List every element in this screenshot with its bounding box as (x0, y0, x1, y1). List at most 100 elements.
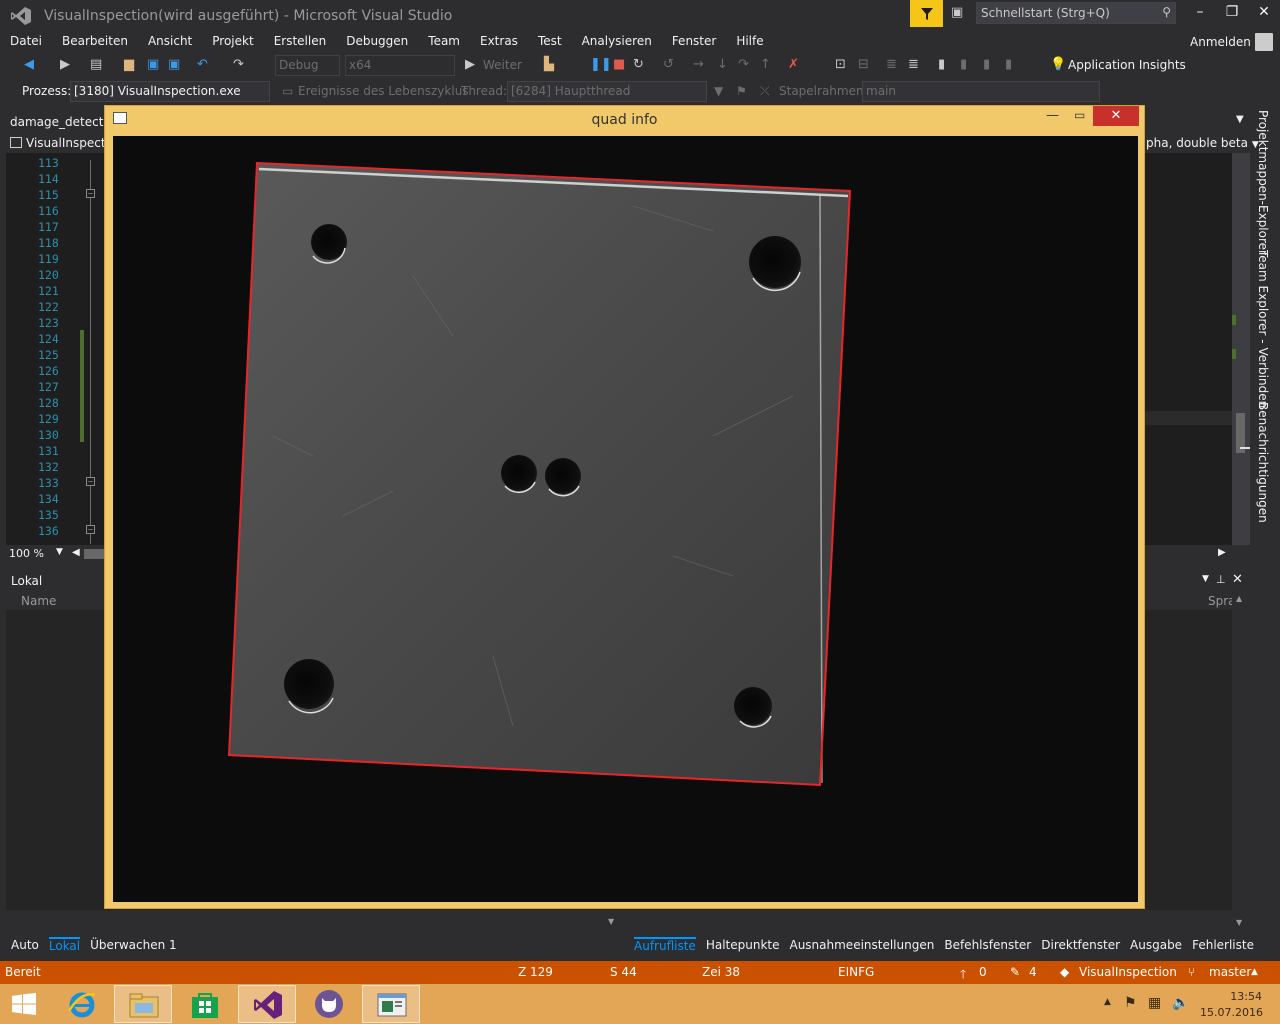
tab-immediate-window[interactable]: Direktfenster (1041, 938, 1120, 952)
panel-dropdown-icon[interactable]: ▼ (1202, 574, 1209, 584)
quad-minimize-button[interactable]: — (1046, 108, 1059, 123)
pause-icon[interactable]: ❚❚ (590, 57, 612, 72)
menu-window[interactable]: Fenster (672, 34, 717, 48)
taskbar-store[interactable] (176, 985, 234, 1023)
attach-icon[interactable]: ▙ (544, 57, 554, 72)
menu-edit[interactable]: Bearbeiten (62, 34, 128, 48)
feedback-filter-button[interactable] (910, 0, 943, 27)
menu-project[interactable]: Projekt (212, 34, 253, 48)
close-panel-icon[interactable]: ✕ (1232, 572, 1243, 587)
pin-icon[interactable]: ⊥ (1216, 573, 1226, 586)
bookmark-tool-2-icon[interactable]: ⊟ (858, 57, 869, 72)
tab-error-list[interactable]: Fehlerliste (1192, 938, 1254, 952)
zoom-level[interactable]: 100 % (9, 547, 44, 560)
step-over-icon[interactable]: ↷ (738, 57, 749, 72)
quad-info-titlebar[interactable]: quad info — ▭ ✕ (105, 106, 1144, 134)
taskbar-clock[interactable]: 13:54 15.07.2016 (1200, 989, 1263, 1021)
open-folder-icon[interactable]: ▆ (124, 57, 134, 72)
application-insights-button[interactable]: Application Insights (1068, 58, 1186, 72)
locals-scroll-down-icon[interactable]: ▼ (604, 911, 622, 933)
continue-play-icon[interactable]: ▶ (465, 57, 475, 72)
scroll-left-icon[interactable]: ◀ (72, 547, 80, 558)
tab-notifications[interactable]: Benachrichtigungen (1256, 402, 1270, 523)
tab-locals[interactable]: Lokal (48, 937, 81, 953)
tab-solution-explorer[interactable]: Projektmappen-Explorer (1256, 110, 1270, 255)
stop-icon[interactable]: ■ (613, 57, 625, 72)
collapse-toggle-icon[interactable]: − (86, 525, 95, 534)
indent-icon[interactable]: ≣ (886, 57, 897, 72)
new-project-icon[interactable]: ▤ (90, 57, 102, 72)
taskbar-file-explorer[interactable] (114, 985, 172, 1023)
taskbar-internet-explorer[interactable] (52, 985, 110, 1023)
thread-filter-icon[interactable]: ▼ (714, 84, 723, 98)
restart-icon[interactable]: ↻ (633, 57, 644, 72)
menu-help[interactable]: Hilfe (736, 34, 763, 48)
show-hidden-icons-chevron-icon[interactable]: ▲ (1104, 997, 1111, 1007)
tab-auto[interactable]: Auto (11, 938, 39, 952)
taskbar-visual-studio[interactable] (238, 985, 296, 1023)
navigate-forward-icon[interactable]: ▶ (60, 57, 70, 72)
config-select[interactable]: Debug (275, 55, 340, 76)
editor-vertical-scrollbar[interactable] (1232, 153, 1250, 545)
process-select[interactable]: [3180] VisualInspection.exe (70, 81, 270, 102)
scroll-down-icon[interactable]: ▼ (1236, 918, 1242, 927)
platform-select[interactable]: x64 (345, 55, 455, 76)
sign-in-link[interactable]: Anmelden (1190, 35, 1251, 49)
quick-launch-input[interactable]: Schnellstart (Strg+Q) ⚲ (976, 2, 1176, 24)
prev-bookmark-icon[interactable]: ▮ (960, 57, 967, 72)
collapse-toggle-icon[interactable]: − (86, 477, 95, 486)
menu-analyze[interactable]: Analysieren (582, 34, 652, 48)
minimize-button[interactable]: – (1184, 4, 1216, 20)
zoom-dropdown-icon[interactable]: ▼ (56, 547, 63, 557)
taskbar-quad-info-window[interactable] (362, 985, 420, 1023)
close-button[interactable]: ✕ (1248, 4, 1280, 20)
volume-muted-icon[interactable]: 🔈 (1172, 995, 1189, 1011)
menu-team[interactable]: Team (428, 34, 460, 48)
status-repository[interactable]: VisualInspection (1079, 965, 1177, 979)
column-name[interactable]: Name (21, 594, 56, 608)
status-branch[interactable]: master (1209, 965, 1251, 979)
menu-tools[interactable]: Extras (480, 34, 518, 48)
account-avatar-icon[interactable] (1255, 33, 1273, 51)
save-icon[interactable]: ▣ (147, 57, 159, 72)
apply-changes-icon[interactable]: ↺ (663, 57, 674, 72)
menu-build[interactable]: Erstellen (274, 34, 327, 48)
next-bookmark-icon[interactable]: ▮ (983, 57, 990, 72)
callstack-scrollbar[interactable]: ▲ ▼ (1232, 592, 1250, 932)
step-into-icon[interactable]: ↓ (717, 57, 728, 72)
menu-view[interactable]: Ansicht (148, 34, 192, 48)
tab-dropdown-icon[interactable]: ▼ (1236, 114, 1244, 125)
tab-breakpoints[interactable]: Haltepunkte (706, 938, 780, 952)
bookmark-icon[interactable]: ▮ (938, 57, 945, 72)
save-all-icon[interactable]: ▣ (168, 57, 180, 72)
navigate-back-icon[interactable]: ◀ (24, 57, 34, 72)
windows-start-icon[interactable] (12, 993, 36, 1015)
horizontal-scrollbar-thumb[interactable] (84, 549, 104, 559)
nav-member-dropdown[interactable]: pha, double beta ▼ (1146, 136, 1259, 150)
pending-changes-pencil-icon[interactable]: ✎ (1010, 965, 1020, 979)
menu-file[interactable]: Datei (10, 34, 42, 48)
quad-info-window[interactable]: quad info — ▭ ✕ (104, 105, 1145, 909)
redo-icon[interactable]: ↷ (233, 57, 244, 72)
scroll-right-icon[interactable]: ▶ (1218, 547, 1226, 558)
scroll-up-icon[interactable]: ▲ (1236, 594, 1242, 603)
quad-close-button[interactable]: ✕ (1093, 106, 1139, 126)
collapse-toggle-icon[interactable]: − (86, 189, 95, 198)
lifecycle-events-button[interactable]: Ereignisse des Lebenszyklus (298, 84, 469, 98)
breakpoint-toggle-icon[interactable]: ✗ (788, 57, 799, 72)
menu-test[interactable]: Test (538, 34, 562, 48)
network-icon[interactable]: ▦ (1148, 995, 1161, 1011)
status-pending-changes[interactable]: 4 (1029, 965, 1037, 979)
step-out-icon[interactable]: ↑ (760, 57, 771, 72)
quad-maximize-button[interactable]: ▭ (1074, 108, 1085, 122)
quick-launch-feedback-icon[interactable]: ▣ (951, 5, 969, 21)
branch-up-icon[interactable]: ▲ (1251, 967, 1258, 977)
clear-bookmarks-icon[interactable]: ▮ (1005, 57, 1012, 72)
tab-team-explorer[interactable]: Team Explorer - Verbinden (1256, 250, 1270, 408)
stackframe-select[interactable]: main (862, 81, 1100, 102)
tab-output[interactable]: Ausgabe (1130, 938, 1182, 952)
bookmark-tool-icon[interactable]: ⊡ (835, 57, 846, 72)
show-next-statement-icon[interactable]: → (693, 57, 704, 72)
outdent-icon[interactable]: ≣ (908, 57, 919, 72)
restore-button[interactable]: ❐ (1216, 4, 1248, 20)
